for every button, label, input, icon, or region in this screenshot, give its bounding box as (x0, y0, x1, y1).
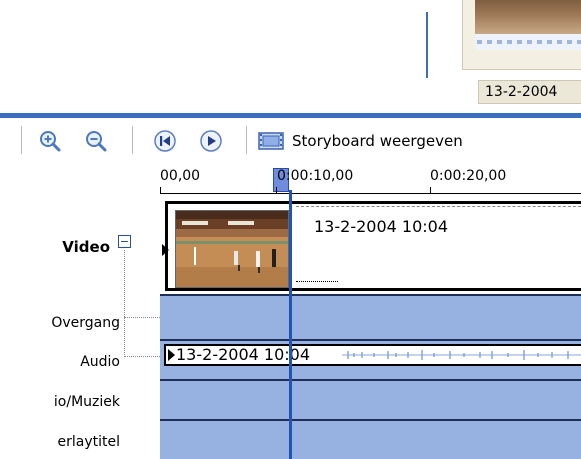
timeline-tracks: 13-2-2004 10:04 13-2-2004 10:04 (160, 197, 581, 459)
audio-waveform-icon (342, 350, 581, 360)
zoom-out-button[interactable] (84, 129, 108, 153)
overgang-track[interactable] (160, 296, 581, 339)
collapse-video-track-icon[interactable] (118, 235, 131, 248)
toolbar-separator (21, 126, 22, 154)
track-label-overgang: Overgang (51, 315, 120, 331)
timeline-ruler[interactable]: 00,00 0:00:10,00 0:00:20,00 (160, 166, 581, 197)
track-label-audio: Audio (80, 354, 120, 370)
toolbar-separator (246, 126, 247, 154)
zoom-out-icon (86, 131, 107, 152)
timeline-toolbar: Storyboard weergeven (0, 118, 581, 166)
zoom-in-icon (40, 131, 61, 152)
tree-connector (124, 250, 125, 357)
play-button[interactable] (199, 129, 223, 153)
clip-thumbnail-image (475, 0, 581, 34)
video-clip[interactable]: 13-2-2004 10:04 (165, 201, 581, 291)
clip-thumbnail-filmstrip (475, 34, 581, 50)
ruler-tick-label: 0:00:10,00 (277, 168, 354, 184)
clip-thumbnail-frame[interactable] (462, 0, 581, 70)
filmstrip-icon (477, 40, 581, 44)
track-label-video: Video (62, 238, 110, 256)
clip-thumbnail-caption: 13-2-2004 (478, 80, 581, 104)
video-track[interactable]: 13-2-2004 10:04 (160, 197, 581, 294)
ruler-tick-label: 0:00:20,00 (430, 168, 507, 184)
track-labels-column: Video Overgang Audio io/Muziek erlaytite… (0, 166, 160, 459)
storyboard-view-label: Storyboard weergeven (292, 132, 463, 150)
track-label-audio-muziek: io/Muziek (53, 394, 120, 410)
sports-hall-thumbnail-image (176, 211, 288, 287)
storyboard-icon (258, 132, 284, 150)
preview-divider (426, 12, 428, 78)
overlaytitel-track[interactable] (160, 421, 581, 459)
clip-trim-marker (296, 206, 581, 207)
ruler-baseline (160, 193, 581, 194)
zoom-in-button[interactable] (38, 129, 62, 153)
storyboard-view-button[interactable]: Storyboard weergeven (258, 127, 463, 155)
toolbar-separator (132, 126, 133, 154)
tree-connector (124, 356, 160, 357)
video-clip-thumbnail (175, 210, 289, 288)
rewind-button[interactable] (153, 129, 177, 153)
video-clip-title: 13-2-2004 10:04 (314, 217, 448, 236)
rewind-icon (154, 130, 176, 152)
audio-clip-start-marker (168, 349, 175, 361)
play-icon (200, 130, 222, 152)
tree-connector (124, 317, 160, 318)
track-label-overlaytitel: erlaytitel (57, 434, 121, 450)
audio-clip[interactable]: 13-2-2004 10:04 (164, 344, 581, 366)
preview-area: 13-2-2004 (0, 0, 581, 115)
ruler-tick-label: 00,00 (160, 168, 201, 184)
audio-muziek-track[interactable] (160, 381, 581, 419)
playhead-line[interactable] (289, 190, 292, 459)
clip-dotted-underline (296, 281, 338, 282)
video-clip-start-marker (162, 244, 169, 256)
